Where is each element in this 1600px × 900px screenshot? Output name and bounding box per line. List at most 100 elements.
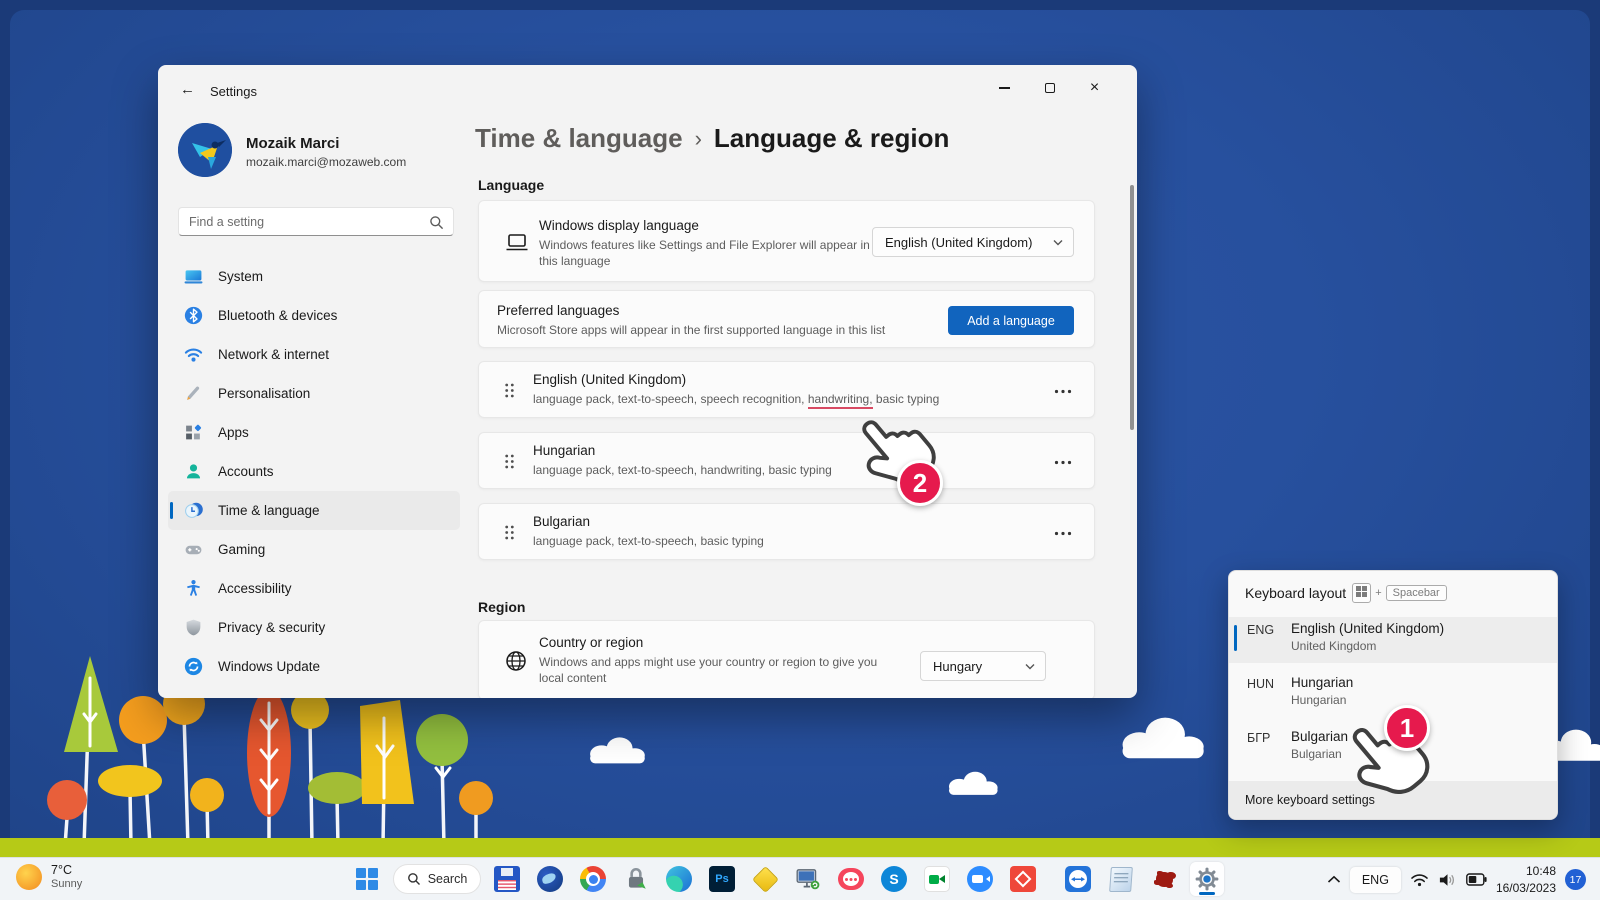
add-language-button[interactable]: Add a language	[948, 306, 1074, 335]
language-features: language pack, text-to-speech, speech re…	[533, 391, 939, 407]
search-icon	[407, 872, 421, 886]
country-dropdown[interactable]: Hungary	[920, 651, 1046, 681]
avatar[interactable]	[178, 123, 232, 177]
taskbar-app-edge[interactable]	[662, 862, 696, 896]
notification-count-badge[interactable]: 17	[1565, 869, 1586, 890]
input-language-indicator[interactable]: ENG	[1350, 867, 1401, 893]
taskbar-app-teamviewer[interactable]	[1061, 862, 1095, 896]
taskbar-app-thunderbird[interactable]	[533, 862, 567, 896]
sidebar-item-personalisation[interactable]: Personalisation	[168, 374, 460, 413]
taskbar-app-chrome[interactable]	[576, 862, 610, 896]
display-language-dropdown[interactable]: English (United Kingdom)	[872, 227, 1074, 257]
ellipsis-icon	[1054, 460, 1072, 465]
photoshop-icon: Ps	[709, 866, 735, 892]
cloud	[940, 768, 1004, 798]
minimize-button[interactable]	[982, 73, 1027, 103]
clock[interactable]: 10:48 16/03/2023	[1496, 863, 1556, 895]
step-badge-2: 2	[897, 460, 943, 506]
step-badge-1: 1	[1384, 705, 1430, 751]
sidebar-item-label: Accounts	[218, 464, 274, 479]
taskbar-search[interactable]: Search	[393, 864, 481, 894]
taskbar-app-anydesk[interactable]	[1006, 862, 1040, 896]
dropdown-value: English (United Kingdom)	[885, 235, 1032, 250]
clock-globe-icon	[184, 501, 203, 520]
windows-logo-icon	[356, 868, 378, 890]
flyout-header: Keyboard layout + Spacebar	[1229, 571, 1557, 609]
taskbar-app-diamond[interactable]	[748, 862, 782, 896]
sidebar-item-privacy[interactable]: Privacy & security	[168, 608, 460, 647]
wifi-icon[interactable]	[1410, 872, 1429, 887]
sidebar-item-apps[interactable]: Apps	[168, 413, 460, 452]
page-title: Language & region	[714, 123, 949, 154]
window-scrollbar[interactable]	[1130, 185, 1134, 430]
taskbar-app-splat[interactable]	[1147, 862, 1181, 896]
user-email: mozaik.marci@mozaweb.com	[246, 155, 406, 169]
search-label: Search	[428, 872, 468, 886]
taskbar-app-meet[interactable]	[920, 862, 954, 896]
sidebar-item-gaming[interactable]: Gaming	[168, 530, 460, 569]
more-options-button[interactable]	[1050, 519, 1076, 545]
more-options-button[interactable]	[1050, 377, 1076, 403]
chrome-icon	[580, 866, 606, 892]
screen: { "win": { "title": "Settings", "user": …	[0, 0, 1600, 900]
drag-handle-icon[interactable]	[504, 383, 515, 398]
taskbar-app-floppy[interactable]	[490, 862, 524, 896]
sidebar-item-time-language[interactable]: Time & language	[168, 491, 460, 530]
taskbar-weather-widget[interactable]: 7°C Sunny	[16, 863, 82, 890]
close-button[interactable]: ×	[1072, 73, 1117, 103]
selected-accent-bar	[1234, 625, 1237, 651]
more-options-button[interactable]	[1050, 448, 1076, 474]
language-row-hungarian[interactable]: Hungarian language pack, text-to-speech,…	[478, 432, 1095, 489]
drag-handle-icon[interactable]	[504, 525, 515, 540]
language-name: Bulgarian	[533, 514, 764, 529]
sidebar-item-windows-update[interactable]: Windows Update	[168, 647, 460, 686]
window-title: Settings	[210, 84, 257, 99]
taskbar-app-zoom[interactable]	[963, 862, 997, 896]
teamviewer-icon	[1065, 866, 1091, 892]
back-button[interactable]: ←	[180, 81, 195, 98]
sidebar-item-system[interactable]: System	[168, 257, 460, 296]
layout-code: ENG	[1247, 621, 1291, 663]
rocketchat-icon	[838, 868, 864, 890]
taskbar-app-photoshop[interactable]: Ps	[705, 862, 739, 896]
splatter-app-icon	[1156, 872, 1173, 887]
language-name: English (United Kingdom)	[533, 372, 939, 387]
taskbar-app-notepad[interactable]	[1104, 862, 1138, 896]
drag-handle-icon[interactable]	[504, 454, 515, 469]
layout-item-english-uk[interactable]: ENG English (United Kingdom) United King…	[1229, 617, 1557, 663]
sidebar-item-accessibility[interactable]: Accessibility	[168, 569, 460, 608]
taskbar-app-lock[interactable]	[619, 862, 653, 896]
sidebar-item-network[interactable]: Network & internet	[168, 335, 460, 374]
taskbar-app-settings[interactable]	[1190, 862, 1224, 896]
flyout-title: Keyboard layout	[1245, 585, 1346, 601]
battery-icon[interactable]	[1466, 873, 1487, 886]
thunderbird-icon	[537, 866, 563, 892]
breadcrumb-parent[interactable]: Time & language	[475, 123, 683, 154]
search-input[interactable]	[179, 208, 417, 235]
anydesk-icon	[1010, 866, 1036, 892]
language-row-bulgarian[interactable]: Bulgarian language pack, text-to-speech,…	[478, 503, 1095, 560]
sidebar-item-label: Time & language	[218, 503, 320, 518]
setting-description: Windows and apps might use your country …	[539, 654, 899, 686]
volume-icon[interactable]	[1438, 872, 1457, 888]
ellipsis-icon	[1054, 389, 1072, 394]
chevron-down-icon	[1025, 663, 1035, 670]
taskbar-app-rocketchat[interactable]	[834, 862, 868, 896]
user-name: Mozaik Marci	[246, 135, 339, 152]
maximize-button[interactable]	[1027, 73, 1072, 103]
skype-icon: S	[881, 866, 907, 892]
taskbar-app-skype[interactable]: S	[877, 862, 911, 896]
language-section-heading: Language	[478, 177, 544, 193]
taskbar-app-remote-desktop[interactable]	[791, 862, 825, 896]
sidebar-item-bluetooth[interactable]: Bluetooth & devices	[168, 296, 460, 335]
start-button[interactable]	[350, 862, 384, 896]
layout-code: HUN	[1247, 675, 1291, 717]
cloud	[1108, 706, 1212, 772]
selected-accent-bar	[170, 502, 173, 519]
sidebar-item-accounts[interactable]: Accounts	[168, 452, 460, 491]
tray-date: 16/03/2023	[1496, 880, 1556, 896]
globe-icon	[504, 649, 528, 673]
language-row-english[interactable]: English (United Kingdom) language pack, …	[478, 361, 1095, 418]
gamepad-icon	[184, 540, 203, 559]
tray-chevron-up-icon[interactable]	[1327, 875, 1341, 884]
